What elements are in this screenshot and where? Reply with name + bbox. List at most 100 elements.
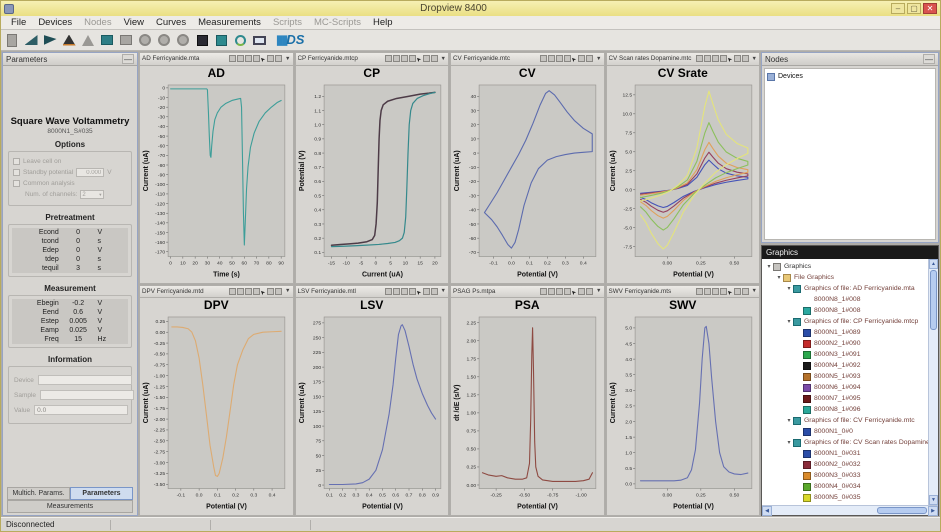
plot-option-icon[interactable]	[742, 288, 749, 295]
plot-canvas-dpv[interactable]: 0.250.00-0.25-0.50-0.75-1.00-1.25-1.50-1…	[141, 313, 291, 515]
plot-option-icon[interactable]	[742, 55, 749, 62]
cell-off-icon[interactable]	[213, 32, 229, 48]
connect-device-icon[interactable]	[23, 32, 39, 48]
plot-option-icon[interactable]	[423, 288, 430, 295]
plot-canvas-lsv[interactable]: 02550751001251501752002252502750.10.20.3…	[297, 313, 447, 515]
plot-option-icon[interactable]	[578, 288, 585, 295]
graphics-tree-item[interactable]: ▾Graphics of file: CV Ferricyanide.mtc	[762, 415, 928, 426]
graphics-tree-item[interactable]: 8000N1_0#031	[762, 448, 928, 459]
param-value[interactable]: 0	[61, 246, 96, 255]
plot-menu-dropdown[interactable]: ▼	[750, 56, 757, 62]
plot-option-icon[interactable]	[548, 288, 555, 295]
graphics-tree-item[interactable]: 8000N4_1#092	[762, 360, 928, 371]
menu-curves[interactable]: Curves	[150, 17, 192, 28]
plot-option-icon[interactable]	[245, 288, 252, 295]
plot-menu-dropdown[interactable]: ▼	[594, 288, 601, 294]
plot-option-icon[interactable]	[385, 288, 392, 295]
plot-menu-dropdown[interactable]: ▼	[439, 56, 446, 62]
param-value[interactable]: 0.6	[61, 308, 96, 317]
graphics-tree-item[interactable]: 8000N2_1#090	[762, 338, 928, 349]
monitor-icon[interactable]	[251, 32, 267, 48]
plot-option-icon[interactable]	[275, 288, 282, 295]
standby-potential-checkbox[interactable]	[13, 169, 20, 176]
expander-icon[interactable]: ▾	[785, 439, 793, 446]
common-analysis-checkbox[interactable]	[13, 180, 20, 187]
graphics-tree-item[interactable]: 8000N8_1#008	[762, 305, 928, 316]
num-channels-select[interactable]: 2 ▼	[80, 190, 104, 199]
plot-canvas-cv[interactable]: 403020100-10-20-30-40-50-60-70-0.10.00.1…	[452, 81, 602, 283]
plot-option-icon[interactable]	[734, 288, 741, 295]
plot-option-icon[interactable]	[267, 55, 274, 62]
collapse-nodes-button[interactable]: —	[923, 54, 935, 64]
electrode-icon[interactable]	[80, 32, 96, 48]
plot-canvas-swv[interactable]: 5.04.54.03.53.02.52.01.51.00.50.00.000.2…	[608, 313, 758, 515]
graphics-tree-item[interactable]: 8000N8_1#096	[762, 404, 928, 415]
plot-option-icon[interactable]	[586, 55, 593, 62]
plot-option-icon[interactable]	[275, 55, 282, 62]
plot-menu-dropdown[interactable]: ▼	[283, 288, 290, 294]
plot-option-icon[interactable]	[245, 55, 252, 62]
graphics-vertical-scrollbar[interactable]: ▲ ▼	[928, 259, 938, 505]
graphics-tree-item[interactable]: 8000N5_0#035	[762, 492, 928, 503]
new-file-icon[interactable]	[4, 32, 20, 48]
tab-multich-params-[interactable]: Multich. Params.	[7, 487, 70, 500]
tab-measurements[interactable]: Measurements	[7, 500, 133, 513]
plot-option-icon[interactable]	[578, 55, 585, 62]
plot-option-icon[interactable]	[431, 55, 438, 62]
multichannel-device-icon[interactable]	[61, 32, 77, 48]
graphics-tree-item[interactable]: 8000N1_0#0	[762, 426, 928, 437]
scrollbar-thumb[interactable]	[877, 507, 927, 514]
param-value[interactable]: 3	[61, 264, 96, 273]
script-icon[interactable]	[232, 32, 248, 48]
plot-option-icon[interactable]	[712, 288, 719, 295]
collapse-parameters-button[interactable]: —	[122, 54, 134, 64]
plot-canvas-cvsrate[interactable]: 12.510.07.55.02.50.0-2.5-5.0-7.50.000.25…	[608, 81, 758, 283]
param-value[interactable]: 15	[61, 335, 96, 344]
scrollbar-thumb[interactable]	[930, 270, 937, 330]
plot-option-icon[interactable]	[540, 55, 547, 62]
plot-option-icon[interactable]	[237, 55, 244, 62]
scroll-right-icon[interactable]: ▶	[928, 506, 938, 516]
plot-menu-dropdown[interactable]: ▼	[594, 56, 601, 62]
scroll-up-icon[interactable]: ▲	[929, 259, 938, 269]
plot-option-icon[interactable]	[229, 55, 236, 62]
param-value[interactable]: 0.025	[61, 326, 96, 335]
plot-option-icon[interactable]	[712, 55, 719, 62]
plot-option-icon[interactable]	[237, 288, 244, 295]
minimize-button[interactable]: –	[891, 3, 905, 14]
param-value[interactable]: 0	[61, 237, 96, 246]
plot-menu-dropdown[interactable]: ▼	[283, 56, 290, 62]
graphics-tree-item[interactable]: ▾File Graphics	[762, 272, 928, 283]
expander-icon[interactable]: ▾	[785, 417, 793, 424]
plot-option-icon[interactable]	[267, 288, 274, 295]
sample-field[interactable]	[40, 390, 134, 400]
plot-option-icon[interactable]	[704, 55, 711, 62]
plot-option-icon[interactable]	[734, 55, 741, 62]
plot-option-icon[interactable]	[229, 288, 236, 295]
plot-option-icon[interactable]	[548, 55, 555, 62]
graphics-horizontal-scrollbar[interactable]: ◀ ▶	[762, 505, 938, 515]
graphics-tree-item[interactable]: 8000N6_1#094	[762, 382, 928, 393]
scroll-down-icon[interactable]: ▼	[929, 495, 938, 505]
param-value[interactable]: -0.2	[61, 299, 96, 308]
cell-on-icon[interactable]	[194, 32, 210, 48]
menu-view[interactable]: View	[118, 17, 150, 28]
nodes-item-devices[interactable]: Devices	[767, 71, 933, 82]
plot-canvas-ad[interactable]: 0-10-20-30-40-50-60-70-80-90-100-110-120…	[141, 81, 291, 283]
close-button[interactable]: ✕	[923, 3, 937, 14]
graphics-tree-item[interactable]: 8000N8_1#008	[762, 294, 928, 305]
expander-icon[interactable]: ▾	[785, 285, 793, 292]
plot-option-icon[interactable]	[431, 288, 438, 295]
run-measurement-icon[interactable]	[99, 32, 115, 48]
standby-potential-input[interactable]	[76, 168, 104, 177]
record-icon[interactable]	[137, 32, 153, 48]
plot-option-icon[interactable]	[393, 288, 400, 295]
param-value[interactable]: 0	[61, 255, 96, 264]
plot-option-icon[interactable]	[401, 288, 408, 295]
expander-icon[interactable]: ▾	[785, 318, 793, 325]
param-value[interactable]: 0	[61, 228, 96, 237]
device-field[interactable]	[38, 375, 132, 385]
plot-canvas-psa[interactable]: 2.252.001.751.501.251.000.750.500.250.00…	[452, 313, 602, 515]
graphics-tree-item[interactable]: 8000N5_1#093	[762, 371, 928, 382]
leave-cell-on-checkbox[interactable]	[13, 158, 20, 165]
